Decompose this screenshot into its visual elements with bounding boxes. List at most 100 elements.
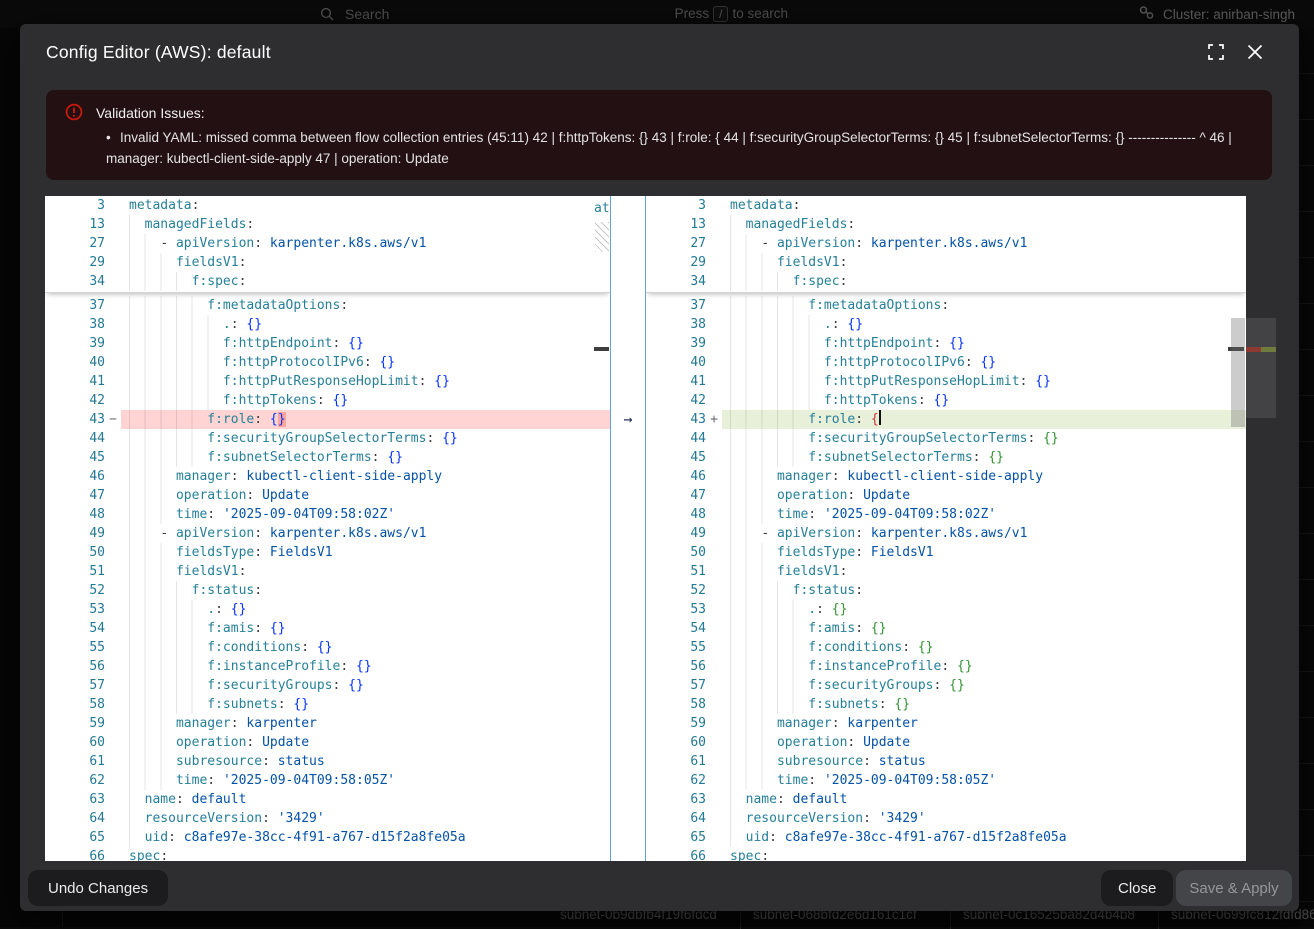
diff-pane-modified[interactable]: 3metadata:13 managedFields:27 - apiVersi… [646, 196, 1246, 861]
diff-sign [706, 562, 722, 581]
line-number: 42 [45, 391, 105, 410]
config-editor-dialog: Config Editor (AWS): default Validation … [20, 24, 1299, 911]
code-line: 52 f:status: [646, 581, 1246, 600]
diff-sign [706, 524, 722, 543]
code-text: f:instanceProfile: {} [722, 657, 1246, 676]
undo-changes-button[interactable]: Undo Changes [28, 870, 168, 906]
diff-sign [706, 638, 722, 657]
code-text: time: '2025-09-04T09:58:05Z' [121, 771, 610, 790]
code-line: 46 manager: kubectl-client-side-apply [45, 467, 610, 486]
code-text: f:httpTokens: {} [121, 391, 610, 410]
diff-editor[interactable]: 3metadata:13 managedFields:27 - apiVersi… [45, 196, 1276, 861]
code-text: manager: kubectl-client-side-apply [722, 467, 1246, 486]
code-line: 44 f:securityGroupSelectorTerms: {} [646, 429, 1246, 448]
code-line: 42 f:httpTokens: {} [45, 391, 610, 410]
diff-sign [105, 334, 121, 353]
alert-message: •Invalid YAML: missed comma between flow… [106, 127, 1250, 169]
line-number: 41 [646, 372, 706, 391]
diff-sign [105, 752, 121, 771]
code-text: - apiVersion: karpenter.k8s.aws/v1 [722, 234, 1246, 253]
code-line: 3metadata: [45, 196, 610, 215]
code-line: 3metadata: [646, 196, 1246, 215]
diff-sign [105, 486, 121, 505]
diff-sign [706, 790, 722, 809]
line-number: 49 [646, 524, 706, 543]
code-line: 49 - apiVersion: karpenter.k8s.aws/v1 [646, 524, 1246, 543]
revert-diff-arrow[interactable]: → [611, 410, 645, 429]
line-number: 54 [646, 619, 706, 638]
code-line: 55 f:conditions: {} [646, 638, 1246, 657]
diff-sign [105, 562, 121, 581]
code-text: uid: c8afe97e-38cc-4f91-a767-d15f2a8fe05… [722, 828, 1246, 847]
diff-sign [706, 676, 722, 695]
diff-sign [706, 296, 722, 315]
code-text: f:securityGroupSelectorTerms: {} [121, 429, 610, 448]
diff-sign [706, 353, 722, 372]
code-line: 57 f:securityGroups: {} [45, 676, 610, 695]
line-number: 48 [45, 505, 105, 524]
diff-sign [105, 733, 121, 752]
fullscreen-icon [1208, 44, 1224, 65]
code-line: 27 - apiVersion: karpenter.k8s.aws/v1 [646, 234, 1246, 253]
code-line: 43+ f:role: { [646, 410, 1246, 429]
close-button[interactable]: Close [1101, 870, 1173, 906]
line-number: 58 [646, 695, 706, 714]
save-apply-button[interactable]: Save & Apply [1176, 870, 1292, 906]
line-number: 51 [646, 562, 706, 581]
line-number: 38 [646, 315, 706, 334]
diff-sign [706, 771, 722, 790]
diff-sign [105, 234, 121, 253]
sticky-scroll-header: 3metadata:13 managedFields:27 - apiVersi… [45, 196, 610, 293]
code-line: 61 subresource: status [646, 752, 1246, 771]
diff-sign [706, 391, 722, 410]
diff-sign [105, 714, 121, 733]
code-line: 53 .: {} [646, 600, 1246, 619]
fullscreen-button[interactable] [1205, 43, 1227, 65]
code-line: 50 fieldsType: FieldsV1 [45, 543, 610, 562]
code-line: 65 uid: c8afe97e-38cc-4f91-a767-d15f2a8f… [45, 828, 610, 847]
code-line: 49 - apiVersion: karpenter.k8s.aws/v1 [45, 524, 610, 543]
code-text: spec: [121, 847, 610, 861]
code-text: f:httpProtocolIPv6: {} [121, 353, 610, 372]
code-line: 51 fieldsV1: [646, 562, 1246, 581]
line-number: 57 [45, 676, 105, 695]
unchanged-region-hatch [595, 222, 609, 252]
line-number: 40 [45, 353, 105, 372]
line-number: 57 [646, 676, 706, 695]
diff-sign [706, 543, 722, 562]
code-text: f:securityGroupSelectorTerms: {} [722, 429, 1246, 448]
diff-sign [706, 600, 722, 619]
overview-ruler[interactable] [1246, 196, 1276, 861]
code-line: 56 f:instanceProfile: {} [45, 657, 610, 676]
code-text: uid: c8afe97e-38cc-4f91-a767-d15f2a8fe05… [121, 828, 610, 847]
code-line: 13 managedFields: [45, 215, 610, 234]
line-number: 45 [646, 448, 706, 467]
line-number: 63 [646, 790, 706, 809]
line-number: 64 [646, 809, 706, 828]
code-text: f:httpPutResponseHopLimit: {} [121, 372, 610, 391]
code-text: f:spec: [722, 272, 1246, 291]
diff-sign [706, 619, 722, 638]
line-number: 56 [646, 657, 706, 676]
vertical-scrollbar[interactable] [1231, 318, 1245, 427]
code-text: f:subnets: {} [722, 695, 1246, 714]
line-number: 43 [45, 410, 105, 429]
close-icon [1247, 44, 1263, 65]
code-line: 13 managedFields: [646, 215, 1246, 234]
diff-pane-original[interactable]: 3metadata:13 managedFields:27 - apiVersi… [45, 196, 610, 861]
code-line: 48 time: '2025-09-04T09:58:02Z' [646, 505, 1246, 524]
close-dialog-button[interactable] [1244, 43, 1266, 65]
line-number: 3 [45, 196, 105, 215]
code-text: resourceVersion: '3429' [722, 809, 1246, 828]
bullet: • [106, 127, 120, 148]
line-number: 65 [45, 828, 105, 847]
line-number: 13 [646, 215, 706, 234]
code-line: 64 resourceVersion: '3429' [45, 809, 610, 828]
code-text: f:httpEndpoint: {} [722, 334, 1246, 353]
code-line: 46 manager: kubectl-client-side-apply [646, 467, 1246, 486]
line-number: 65 [646, 828, 706, 847]
diff-sign [105, 581, 121, 600]
code-line: 38 .: {} [646, 315, 1246, 334]
code-line: 29 fieldsV1: [646, 253, 1246, 272]
diff-sign [706, 752, 722, 771]
